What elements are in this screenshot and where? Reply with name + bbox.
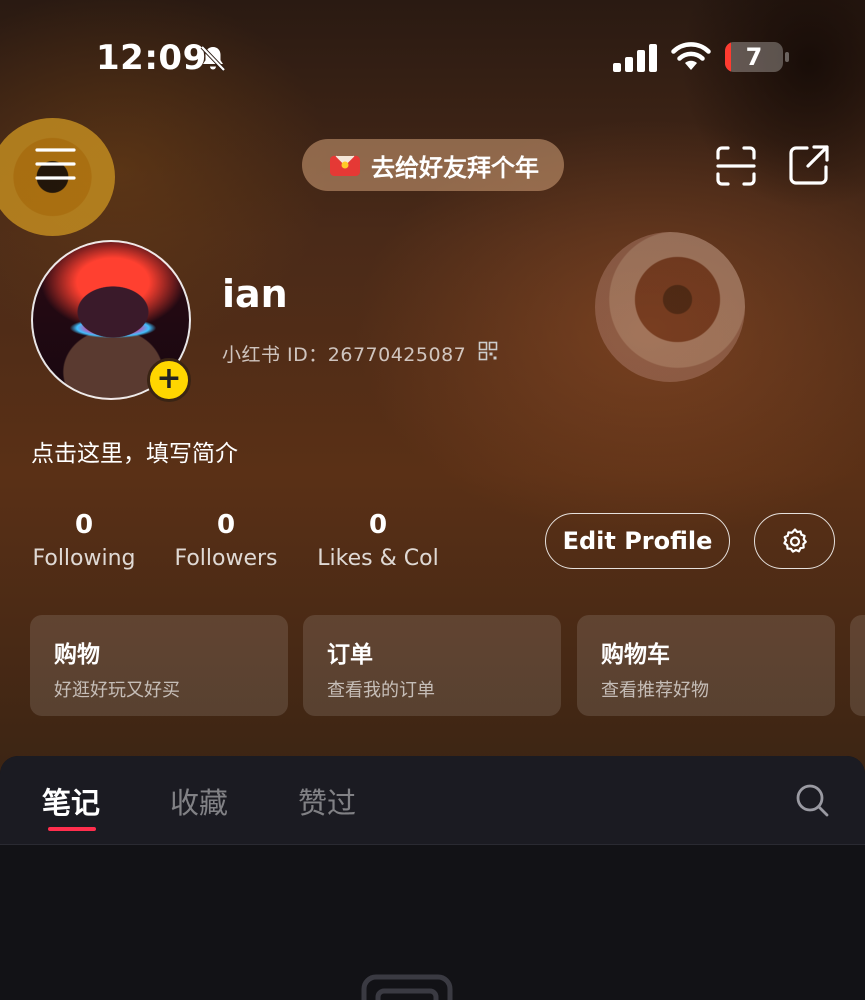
settings-button[interactable] <box>754 513 835 569</box>
stat-value: 0 <box>216 510 236 540</box>
username: ian <box>222 272 288 316</box>
new-year-greeting-banner[interactable]: 去给好友拜个年 <box>302 139 564 191</box>
card-title: 订单 <box>327 642 373 668</box>
user-id: 小红书 ID：26770425087 <box>222 344 467 366</box>
battery-cap <box>785 52 789 62</box>
scan-icon[interactable] <box>714 144 758 188</box>
envelope-icon <box>330 155 360 176</box>
tab-notes[interactable]: 笔记 <box>42 780 100 822</box>
bio-placeholder[interactable]: 点击这里，填写简介 <box>31 434 238 468</box>
active-tab-indicator <box>48 827 96 831</box>
menu-icon[interactable] <box>34 144 78 184</box>
background-decoration <box>595 232 745 382</box>
card-subtitle: 好逛好玩又好买 <box>54 680 180 701</box>
card-shopping[interactable]: 购物 好逛好玩又好买 <box>30 615 288 716</box>
banner-text: 去给好友拜个年 <box>371 153 539 182</box>
edit-profile-button[interactable]: Edit Profile <box>545 513 730 569</box>
card-orders[interactable]: 订单 查看我的订单 <box>303 615 561 716</box>
stat-label: Following <box>32 546 136 571</box>
stat-following[interactable]: 0 Following <box>31 508 137 576</box>
qr-code-icon[interactable] <box>478 341 498 361</box>
card-title: 购物车 <box>601 642 670 668</box>
card-title: 购物 <box>54 642 100 668</box>
add-avatar-button[interactable]: + <box>147 358 191 402</box>
card-subtitle: 查看推荐好物 <box>601 680 709 701</box>
background-decoration <box>680 0 865 210</box>
tab-liked[interactable]: 赞过 <box>298 780 356 822</box>
bell-off-icon <box>200 45 226 72</box>
empty-notes-icon <box>361 974 453 1000</box>
tab-collections[interactable]: 收藏 <box>170 780 228 822</box>
signal-icon <box>613 44 657 72</box>
share-icon[interactable] <box>787 143 831 187</box>
card-next-peek[interactable] <box>850 615 865 716</box>
tab-bar: 笔记 收藏 赞过 <box>0 756 865 845</box>
stat-likes-collections[interactable]: 0 Likes & Col <box>314 508 442 576</box>
battery-percent: 7 <box>745 43 763 71</box>
status-time: 12:09 <box>96 38 207 78</box>
stat-value: 0 <box>74 510 94 540</box>
stat-label: Followers <box>174 546 278 571</box>
search-icon[interactable] <box>794 782 830 818</box>
settings-icon <box>782 528 807 553</box>
stat-followers[interactable]: 0 Followers <box>172 508 280 576</box>
stat-label: Likes & Col <box>317 546 439 571</box>
stat-value: 0 <box>368 510 388 540</box>
notes-content-area: 笔记 收藏 赞过 <box>0 756 865 1000</box>
card-cart[interactable]: 购物车 查看推荐好物 <box>577 615 835 716</box>
battery-icon: 7 <box>725 42 783 72</box>
card-subtitle: 查看我的订单 <box>327 680 435 701</box>
wifi-icon <box>671 42 711 70</box>
